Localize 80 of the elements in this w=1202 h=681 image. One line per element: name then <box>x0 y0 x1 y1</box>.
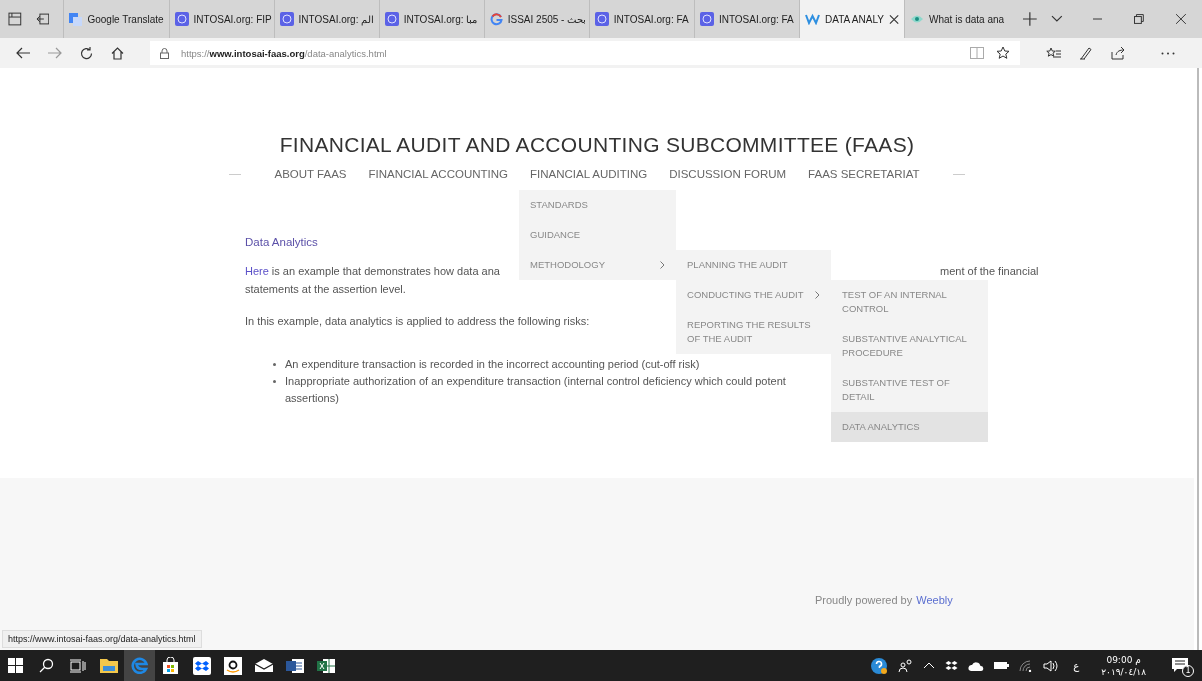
list-item-text: Inappropriate authorization of an expenditure transaction (internal control deficiency which could potent <box>285 374 786 389</box>
tab-title: INTOSAI.org: FA <box>718 13 794 25</box>
tab-title: Google Translate <box>87 13 164 25</box>
globe-logo-icon <box>174 12 189 26</box>
nav-link[interactable]: FINANCIAL ACCOUNTING <box>357 158 519 190</box>
cloud-icon[interactable] <box>968 660 985 671</box>
volume-icon[interactable] <box>1043 659 1059 672</box>
tab-title: What is data ana <box>929 13 1005 25</box>
browser-tab[interactable]: DATA ANALY <box>799 0 905 38</box>
back-icon[interactable] <box>16 47 30 59</box>
search-icon <box>39 658 54 673</box>
tab-title: INTOSAI.org: الم <box>298 13 375 25</box>
globe-logo-icon <box>594 12 609 26</box>
share-icon[interactable] <box>1111 46 1125 60</box>
restore-tabs-icon[interactable] <box>35 12 50 26</box>
close-icon[interactable] <box>1176 14 1186 24</box>
globe-logo-icon <box>699 12 714 26</box>
browser-tab[interactable]: INTOSAI.org: FIP <box>168 0 274 38</box>
spreadsheet-icon <box>316 657 335 674</box>
nav-link[interactable]: FAAS SECRETARIAT <box>797 158 931 190</box>
battery-icon[interactable] <box>994 661 1010 670</box>
home-icon[interactable] <box>111 46 124 60</box>
chevron-icon <box>660 261 665 269</box>
chevron-up-icon[interactable] <box>923 662 936 669</box>
help-icon[interactable] <box>870 656 889 675</box>
pen-icon[interactable] <box>1079 46 1093 60</box>
close-tab-icon[interactable] <box>888 13 900 25</box>
paragraph-text: is an example that demonstrates how data ana <box>271 264 500 279</box>
paragraph-text: statements at the assertion level. <box>245 282 406 297</box>
translate-icon <box>69 12 83 26</box>
nav-link[interactable]: DISCUSSION FORUM <box>658 158 798 190</box>
tab-title: ISSAI 2505 - بحث <box>507 13 587 25</box>
globe-logo-icon <box>279 12 294 26</box>
tabs-aside-icon[interactable] <box>8 12 22 26</box>
windows-icon <box>8 658 23 673</box>
eye-icon <box>910 14 925 24</box>
nav-link[interactable]: ABOUT FAAS <box>263 158 358 190</box>
message-icon <box>1172 658 1188 673</box>
scrollbar[interactable] <box>1197 68 1199 650</box>
tab-title: INTOSAI.org: FA <box>613 13 689 25</box>
maximize-icon[interactable] <box>1134 14 1145 24</box>
more-icon[interactable] <box>1161 51 1175 55</box>
paragraph-text: ment of the financial <box>940 264 1039 279</box>
footer-text: Proudly powered by <box>815 594 913 606</box>
nav-link[interactable]: FINANCIAL AUDITING <box>519 158 659 190</box>
mail-icon <box>254 659 273 672</box>
people-icon[interactable] <box>898 659 914 672</box>
edge-browser-icon <box>131 657 148 674</box>
tab-title: INTOSAI.org: مبا <box>403 13 478 25</box>
language-indicator[interactable]: ع <box>1073 660 1080 671</box>
star-icon[interactable] <box>996 46 1010 60</box>
lock-icon <box>160 47 169 59</box>
tab-list-icon[interactable] <box>1050 15 1063 23</box>
page-heading: Data Analytics <box>245 235 318 250</box>
chevron-icon <box>815 291 820 299</box>
word-document-icon <box>285 657 304 674</box>
text-link[interactable]: Here <box>245 264 269 281</box>
status-url-tooltip: https://www.intosai-faas.org/data-analytics.html <box>2 630 202 648</box>
address-field[interactable]: https://www.intosai-faas.org/data-analytics.html <box>150 41 1020 65</box>
forward-icon[interactable] <box>48 47 62 59</box>
list-item-text: assertions) <box>285 391 339 406</box>
footer-link[interactable]: Weebly <box>916 594 953 606</box>
tab-title: DATA ANALY <box>825 13 884 25</box>
tab-title: INTOSAI.org: FIP <box>193 13 272 25</box>
folder-icon <box>99 658 118 673</box>
shopping-bag-icon <box>162 657 179 674</box>
clock-time[interactable]: 09:00 م <box>1106 653 1141 666</box>
new-tab-icon[interactable] <box>1023 12 1037 26</box>
bullet-icon <box>273 363 276 366</box>
favorites-icon[interactable] <box>1046 46 1061 60</box>
list-item-text: An expenditure transaction is recorded in the incorrect accounting period (cut-off risk) <box>285 357 700 372</box>
refresh-icon[interactable] <box>80 46 93 60</box>
notifications-button[interactable]: 1 <box>1172 654 1194 677</box>
task-view-icon <box>69 658 86 673</box>
clock-date[interactable]: ٢٠١٩/٠٤/١٨ <box>1101 665 1146 678</box>
bullet-icon <box>273 380 276 383</box>
globe-logo-icon <box>384 12 399 26</box>
paragraph-text: In this example, data analytics is applied to address the following risks: <box>245 314 590 329</box>
site-title: FINANCIAL AUDIT AND ACCOUNTING SUBCOMMITTEE (FAAS) <box>278 132 916 158</box>
wifi-icon[interactable] <box>1019 659 1034 672</box>
